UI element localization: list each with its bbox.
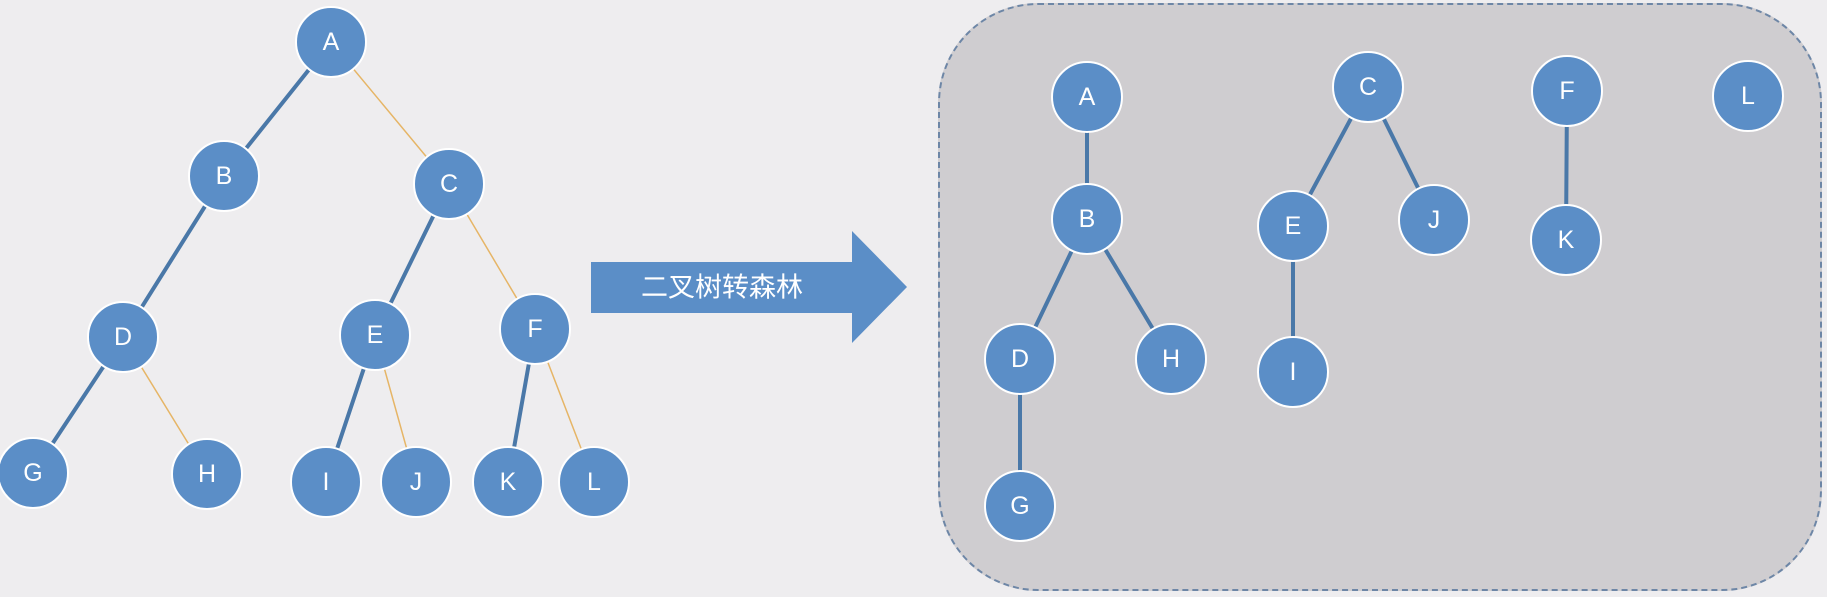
binary-node-k: K xyxy=(472,446,544,518)
node-label: K xyxy=(1558,226,1575,254)
forest-node-e: E xyxy=(1257,190,1329,262)
binary-node-f: F xyxy=(499,293,571,365)
binary-node-i: I xyxy=(290,446,362,518)
binary-node-j: J xyxy=(380,446,452,518)
tree-diagram: 二叉树转森林 A B C D E F G H I J K L A B D H G C E J I F K L xyxy=(0,6,1784,542)
binary-node-e: E xyxy=(339,299,411,371)
forest-edges xyxy=(1018,85,1569,508)
forest-node-l: L xyxy=(1712,60,1784,132)
conversion-arrow: 二叉树转森林 xyxy=(591,231,907,343)
node-label: J xyxy=(410,468,423,496)
node-label: F xyxy=(527,315,542,343)
forest-node-h: H xyxy=(1135,323,1207,395)
node-label: E xyxy=(1285,212,1302,240)
node-label: I xyxy=(323,468,330,496)
node-label: L xyxy=(587,468,601,496)
binary-node-c: C xyxy=(413,148,485,220)
diagram-canvas: 二叉树转森林 A B C D E F G H I J K L A B D H G C E J I F K L xyxy=(0,0,1827,597)
node-label: D xyxy=(1011,345,1029,373)
node-label: B xyxy=(216,162,233,190)
node-label: G xyxy=(23,459,42,487)
node-label: F xyxy=(1559,77,1574,105)
node-label: C xyxy=(440,170,458,198)
node-label: I xyxy=(1290,358,1297,386)
node-label: G xyxy=(1010,492,1029,520)
forest-nodes: A B D H G C E J I F K L xyxy=(984,51,1784,542)
forest-node-c: C xyxy=(1332,51,1404,123)
forest-node-g: G xyxy=(984,470,1056,542)
binary-node-h: H xyxy=(171,438,243,510)
node-label: L xyxy=(1741,82,1755,110)
node-label: B xyxy=(1079,205,1096,233)
binary-node-l: L xyxy=(558,446,630,518)
node-label: D xyxy=(114,323,132,351)
forest-node-f: F xyxy=(1531,55,1603,127)
forest-node-i: I xyxy=(1257,336,1329,408)
forest-node-k: K xyxy=(1530,204,1602,276)
forest-node-d: D xyxy=(984,323,1056,395)
node-label: H xyxy=(1162,345,1180,373)
node-label: A xyxy=(323,28,340,56)
node-label: K xyxy=(500,468,517,496)
node-label: A xyxy=(1079,83,1096,111)
binary-node-b: B xyxy=(188,140,260,212)
node-label: E xyxy=(367,321,384,349)
node-label: H xyxy=(198,460,216,488)
arrow-label: 二叉树转森林 xyxy=(641,273,803,304)
forest-node-a: A xyxy=(1051,61,1123,133)
binary-node-a: A xyxy=(295,6,367,78)
forest-node-b: B xyxy=(1051,183,1123,255)
binary-tree-nodes: A B C D E F G H I J K L xyxy=(0,6,630,518)
node-label: J xyxy=(1428,206,1441,234)
forest-node-j: J xyxy=(1398,184,1470,256)
binary-tree-edges xyxy=(31,40,595,484)
binary-node-g: G xyxy=(0,437,69,509)
node-label: C xyxy=(1359,73,1377,101)
binary-node-d: D xyxy=(87,301,159,373)
